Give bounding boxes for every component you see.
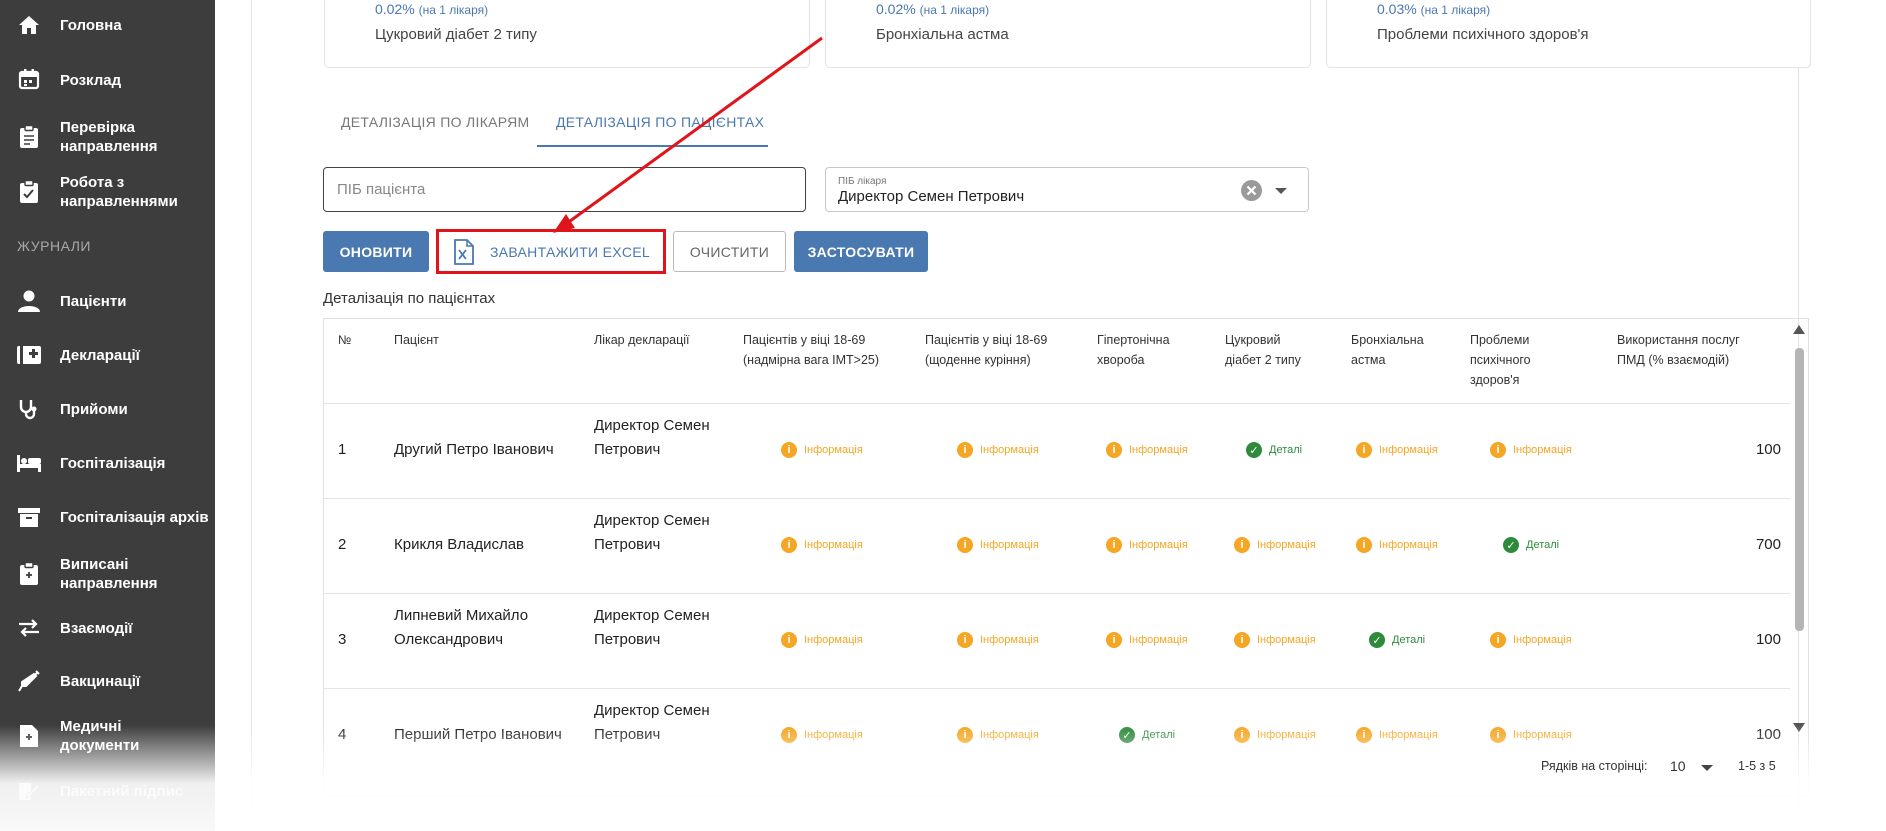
info-badge[interactable]: i Інформація	[957, 442, 1039, 458]
info-badge[interactable]: i Інформація	[1356, 537, 1438, 553]
details-badge[interactable]: ✓ Деталі	[1119, 727, 1175, 743]
info-badge[interactable]: i Інформація	[1234, 727, 1316, 743]
column-header-patient: Пацієнт	[394, 333, 439, 347]
info-icon: i	[1490, 632, 1506, 648]
row-number: 4	[338, 726, 347, 743]
patient-name: Перший Петро Іванович	[394, 726, 562, 743]
info-icon: i	[1356, 727, 1372, 743]
info-badge[interactable]: i Інформація	[957, 727, 1039, 743]
rows-per-page-label: Рядків на сторінці:	[1541, 759, 1648, 773]
info-icon: i	[781, 442, 797, 458]
pmd-usage-value: 700	[1755, 536, 1781, 553]
info-badge[interactable]: i Інформація	[957, 537, 1039, 553]
info-icon: i	[1106, 537, 1122, 553]
info-icon: i	[957, 632, 973, 648]
column-header-number: №	[338, 333, 352, 347]
info-badge[interactable]: i Інформація	[1106, 537, 1188, 553]
column-header-mental-health: Проблеми психічного здоров'я	[1470, 333, 1531, 387]
declaration-doctor: Директор Семен Петрович	[594, 607, 710, 648]
scroll-down-arrow-icon[interactable]	[1793, 723, 1805, 732]
patients-table: № Пацієнт Лікар декларації Пацієнтів у в…	[323, 318, 1809, 796]
column-header-diabetes: Цукровий діабет 2 типу	[1225, 333, 1301, 367]
pmd-usage-value: 100	[1755, 726, 1781, 743]
details-badge[interactable]: ✓ Деталі	[1246, 442, 1302, 458]
info-badge[interactable]: i Інформація	[1356, 442, 1438, 458]
row-number: 1	[338, 441, 347, 458]
info-icon: i	[1490, 727, 1506, 743]
declaration-doctor: Директор Семен Петрович	[594, 417, 710, 458]
info-badge[interactable]: i Інформація	[781, 537, 863, 553]
info-badge[interactable]: i Інформація	[1106, 442, 1188, 458]
row-number: 3	[338, 631, 347, 648]
column-header-doctor: Лікар декларації	[594, 333, 690, 347]
info-badge[interactable]: i Інформація	[781, 727, 863, 743]
info-icon: i	[1234, 727, 1250, 743]
info-icon: i	[1106, 632, 1122, 648]
info-icon: i	[781, 727, 797, 743]
info-badge[interactable]: i Інформація	[957, 632, 1039, 648]
section-title: Деталізація по пацієнтах	[323, 290, 496, 307]
info-icon: i	[957, 727, 973, 743]
info-badge[interactable]: i Інформація	[1234, 632, 1316, 648]
table-row: 1 Другий Петро Іванович Директор Семен П…	[324, 403, 1790, 498]
info-badge[interactable]: i Інформація	[1356, 727, 1438, 743]
info-icon: i	[957, 537, 973, 553]
pagination-range: 1-5 з 5	[1738, 759, 1776, 773]
info-icon: i	[1356, 537, 1372, 553]
pmd-usage-value: 100	[1755, 631, 1781, 648]
info-badge[interactable]: i Інформація	[781, 442, 863, 458]
info-icon: i	[1490, 442, 1506, 458]
check-circle-icon: ✓	[1246, 442, 1262, 458]
info-badge[interactable]: i Інформація	[1490, 442, 1572, 458]
column-header-smoking: Пацієнтів у віці 18-69 (щоденне куріння)	[925, 333, 1048, 367]
check-circle-icon: ✓	[1119, 727, 1135, 743]
info-icon: i	[781, 632, 797, 648]
details-badge[interactable]: ✓ Деталі	[1503, 537, 1559, 553]
check-circle-icon: ✓	[1369, 632, 1385, 648]
info-icon: i	[1234, 632, 1250, 648]
info-icon: i	[781, 537, 797, 553]
details-badge[interactable]: ✓ Деталі	[1369, 632, 1425, 648]
chevron-down-icon[interactable]	[1701, 765, 1713, 771]
patient-name: Крикля Владислав	[394, 536, 525, 553]
info-badge[interactable]: i Інформація	[781, 632, 863, 648]
rows-per-page-select[interactable]: 10	[1670, 758, 1686, 774]
column-header-overweight: Пацієнтів у віці 18-69 (надмірна вага ІМ…	[743, 333, 880, 367]
info-icon: i	[957, 442, 973, 458]
info-icon: i	[1106, 442, 1122, 458]
info-badge[interactable]: i Інформація	[1490, 632, 1572, 648]
scroll-up-arrow-icon[interactable]	[1793, 325, 1805, 334]
column-header-asthma: Бронхіальна астма	[1351, 333, 1424, 367]
column-header-pmd-usage: Використання послуг ПМД (% взаємодій)	[1617, 333, 1740, 367]
scroll-thumb[interactable]	[1795, 348, 1804, 631]
check-circle-icon: ✓	[1503, 537, 1519, 553]
patient-name: Другий Петро Іванович	[394, 441, 554, 458]
table-row: 3 Липневий Михайло Олександрович Директо…	[324, 593, 1790, 688]
pmd-usage-value: 100	[1755, 441, 1781, 458]
info-icon: i	[1234, 537, 1250, 553]
table-row: 2 Крикля Владислав Директор Семен Петров…	[324, 498, 1790, 593]
info-badge[interactable]: i Інформація	[1234, 537, 1316, 553]
info-icon: i	[1356, 442, 1372, 458]
row-number: 2	[338, 536, 347, 553]
table-scrollbar[interactable]	[1792, 318, 1806, 738]
info-badge[interactable]: i Інформація	[1490, 727, 1572, 743]
patient-name: Липневий Михайло Олександрович	[394, 607, 529, 648]
info-badge[interactable]: i Інформація	[1106, 632, 1188, 648]
column-header-hypertension: Гіпертонічна хвороба	[1097, 333, 1170, 367]
declaration-doctor: Директор Семен Петрович	[594, 512, 710, 553]
declaration-doctor: Директор Семен Петрович	[594, 702, 710, 743]
